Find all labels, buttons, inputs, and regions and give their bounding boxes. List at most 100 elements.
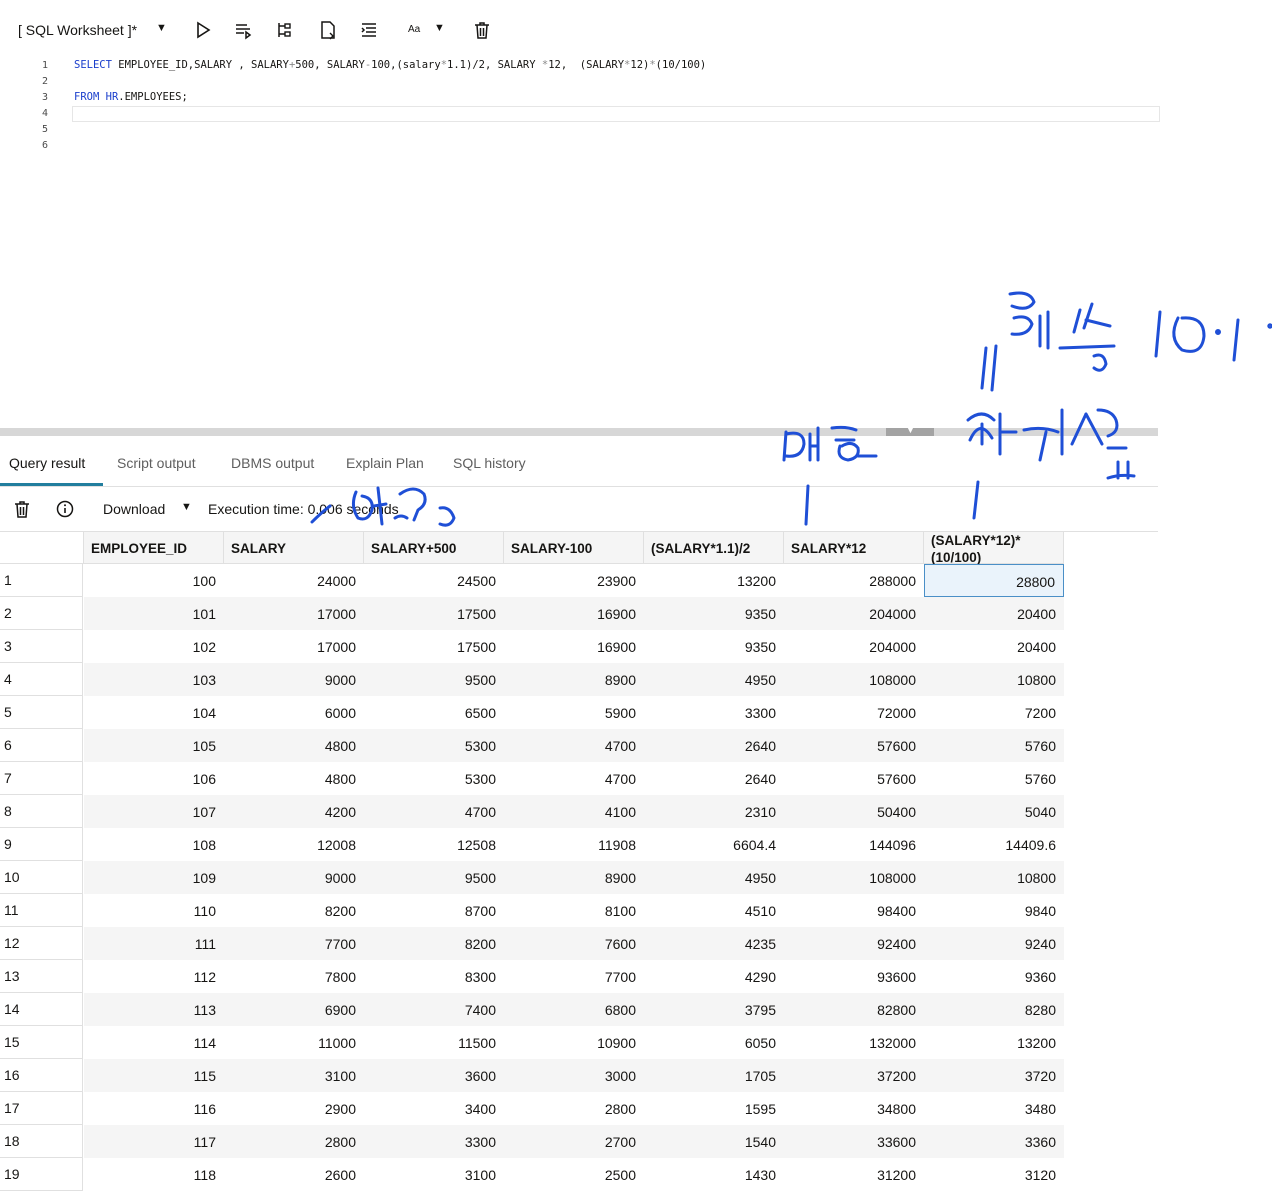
- table-cell[interactable]: 3300: [644, 696, 784, 729]
- row-number[interactable]: 8: [0, 795, 83, 828]
- row-number[interactable]: 11: [0, 894, 83, 927]
- table-cell[interactable]: 1595: [644, 1092, 784, 1125]
- table-cell[interactable]: 16900: [504, 597, 644, 630]
- table-cell[interactable]: 17000: [224, 597, 364, 630]
- row-number[interactable]: 12: [0, 927, 83, 960]
- row-number[interactable]: 6: [0, 729, 83, 762]
- table-cell[interactable]: 115: [84, 1059, 224, 1092]
- row-number[interactable]: 10: [0, 861, 83, 894]
- row-number[interactable]: 19: [0, 1158, 83, 1191]
- table-cell[interactable]: 4235: [644, 927, 784, 960]
- table-cell[interactable]: 116: [84, 1092, 224, 1125]
- table-cell[interactable]: 3795: [644, 993, 784, 1026]
- table-cell[interactable]: 11500: [364, 1026, 504, 1059]
- table-cell[interactable]: 3400: [364, 1092, 504, 1125]
- row-number[interactable]: 5: [0, 696, 83, 729]
- table-cell[interactable]: 28800: [924, 564, 1064, 597]
- table-cell[interactable]: 6050: [644, 1026, 784, 1059]
- download-button[interactable]: Download: [103, 501, 165, 517]
- table-cell[interactable]: 34800: [784, 1092, 924, 1125]
- row-number[interactable]: 3: [0, 630, 83, 663]
- table-cell[interactable]: 50400: [784, 795, 924, 828]
- table-cell[interactable]: 20400: [924, 630, 1064, 663]
- table-cell[interactable]: 4800: [224, 762, 364, 795]
- row-number[interactable]: 15: [0, 1026, 83, 1059]
- table-cell[interactable]: 9500: [364, 663, 504, 696]
- tab-explain-plan[interactable]: Explain Plan: [346, 455, 424, 471]
- table-cell[interactable]: 3480: [924, 1092, 1064, 1125]
- table-cell[interactable]: 7600: [504, 927, 644, 960]
- table-cell[interactable]: 8300: [364, 960, 504, 993]
- table-cell[interactable]: 9350: [644, 597, 784, 630]
- table-cell[interactable]: 4100: [504, 795, 644, 828]
- table-cell[interactable]: 20400: [924, 597, 1064, 630]
- worksheet-title[interactable]: [ SQL Worksheet ]*: [18, 22, 137, 38]
- code-line-1[interactable]: SELECT EMPLOYEE_ID,SALARY , SALARY+500, …: [74, 59, 706, 71]
- table-cell[interactable]: 8200: [364, 927, 504, 960]
- table-cell[interactable]: 8700: [364, 894, 504, 927]
- table-cell[interactable]: 8100: [504, 894, 644, 927]
- tab-sql-history[interactable]: SQL history: [453, 455, 526, 471]
- table-cell[interactable]: 4950: [644, 861, 784, 894]
- info-icon[interactable]: [55, 499, 75, 519]
- table-cell[interactable]: 3100: [364, 1158, 504, 1191]
- run-script-icon[interactable]: [232, 19, 254, 41]
- table-cell[interactable]: 117: [84, 1125, 224, 1158]
- font-size-button[interactable]: Aa: [408, 24, 420, 35]
- table-cell[interactable]: 6000: [224, 696, 364, 729]
- table-cell[interactable]: 3120: [924, 1158, 1064, 1191]
- table-cell[interactable]: 9350: [644, 630, 784, 663]
- table-cell[interactable]: 13200: [924, 1026, 1064, 1059]
- table-cell[interactable]: 5040: [924, 795, 1064, 828]
- table-cell[interactable]: 4950: [644, 663, 784, 696]
- table-cell[interactable]: 57600: [784, 762, 924, 795]
- tab-script-output[interactable]: Script output: [117, 455, 196, 471]
- table-cell[interactable]: 7400: [364, 993, 504, 1026]
- table-cell[interactable]: 11908: [504, 828, 644, 861]
- table-cell[interactable]: 101: [84, 597, 224, 630]
- table-cell[interactable]: 14409.6: [924, 828, 1064, 861]
- table-cell[interactable]: 2500: [504, 1158, 644, 1191]
- column-header[interactable]: SALARY*12: [784, 532, 924, 564]
- table-cell[interactable]: 3600: [364, 1059, 504, 1092]
- table-cell[interactable]: 102: [84, 630, 224, 663]
- table-cell[interactable]: 6900: [224, 993, 364, 1026]
- sql-editor[interactable]: 1 2 3 4 5 6 SELECT EMPLOYEE_ID,SALARY , …: [0, 58, 1160, 428]
- table-cell[interactable]: 4510: [644, 894, 784, 927]
- table-cell[interactable]: 33600: [784, 1125, 924, 1158]
- pane-splitter[interactable]: [0, 428, 1158, 436]
- row-number[interactable]: 16: [0, 1059, 83, 1092]
- row-number[interactable]: 1: [0, 564, 83, 597]
- column-header[interactable]: SALARY: [224, 532, 364, 564]
- caret-down-icon[interactable]: ▼: [434, 22, 445, 34]
- table-cell[interactable]: 107: [84, 795, 224, 828]
- table-cell[interactable]: 12508: [364, 828, 504, 861]
- table-cell[interactable]: 17500: [364, 597, 504, 630]
- row-number[interactable]: 13: [0, 960, 83, 993]
- table-cell[interactable]: 2900: [224, 1092, 364, 1125]
- table-cell[interactable]: 104: [84, 696, 224, 729]
- table-cell[interactable]: 8900: [504, 663, 644, 696]
- table-cell[interactable]: 13200: [644, 564, 784, 597]
- table-cell[interactable]: 72000: [784, 696, 924, 729]
- column-header[interactable]: SALARY+500: [364, 532, 504, 564]
- table-cell[interactable]: 132000: [784, 1026, 924, 1059]
- caret-down-icon[interactable]: ▼: [181, 501, 192, 513]
- table-cell[interactable]: 10800: [924, 663, 1064, 696]
- autotrace-icon[interactable]: [317, 19, 339, 41]
- table-cell[interactable]: 10800: [924, 861, 1064, 894]
- table-cell[interactable]: 204000: [784, 630, 924, 663]
- table-cell[interactable]: 2800: [224, 1125, 364, 1158]
- table-cell[interactable]: 92400: [784, 927, 924, 960]
- table-cell[interactable]: 10900: [504, 1026, 644, 1059]
- table-cell[interactable]: 3300: [364, 1125, 504, 1158]
- table-cell[interactable]: 6604.4: [644, 828, 784, 861]
- table-cell[interactable]: 118: [84, 1158, 224, 1191]
- table-cell[interactable]: 4200: [224, 795, 364, 828]
- table-cell[interactable]: 5300: [364, 762, 504, 795]
- row-number[interactable]: 14: [0, 993, 83, 1026]
- table-cell[interactable]: 109: [84, 861, 224, 894]
- row-number[interactable]: 18: [0, 1125, 83, 1158]
- table-cell[interactable]: 3100: [224, 1059, 364, 1092]
- row-number[interactable]: 7: [0, 762, 83, 795]
